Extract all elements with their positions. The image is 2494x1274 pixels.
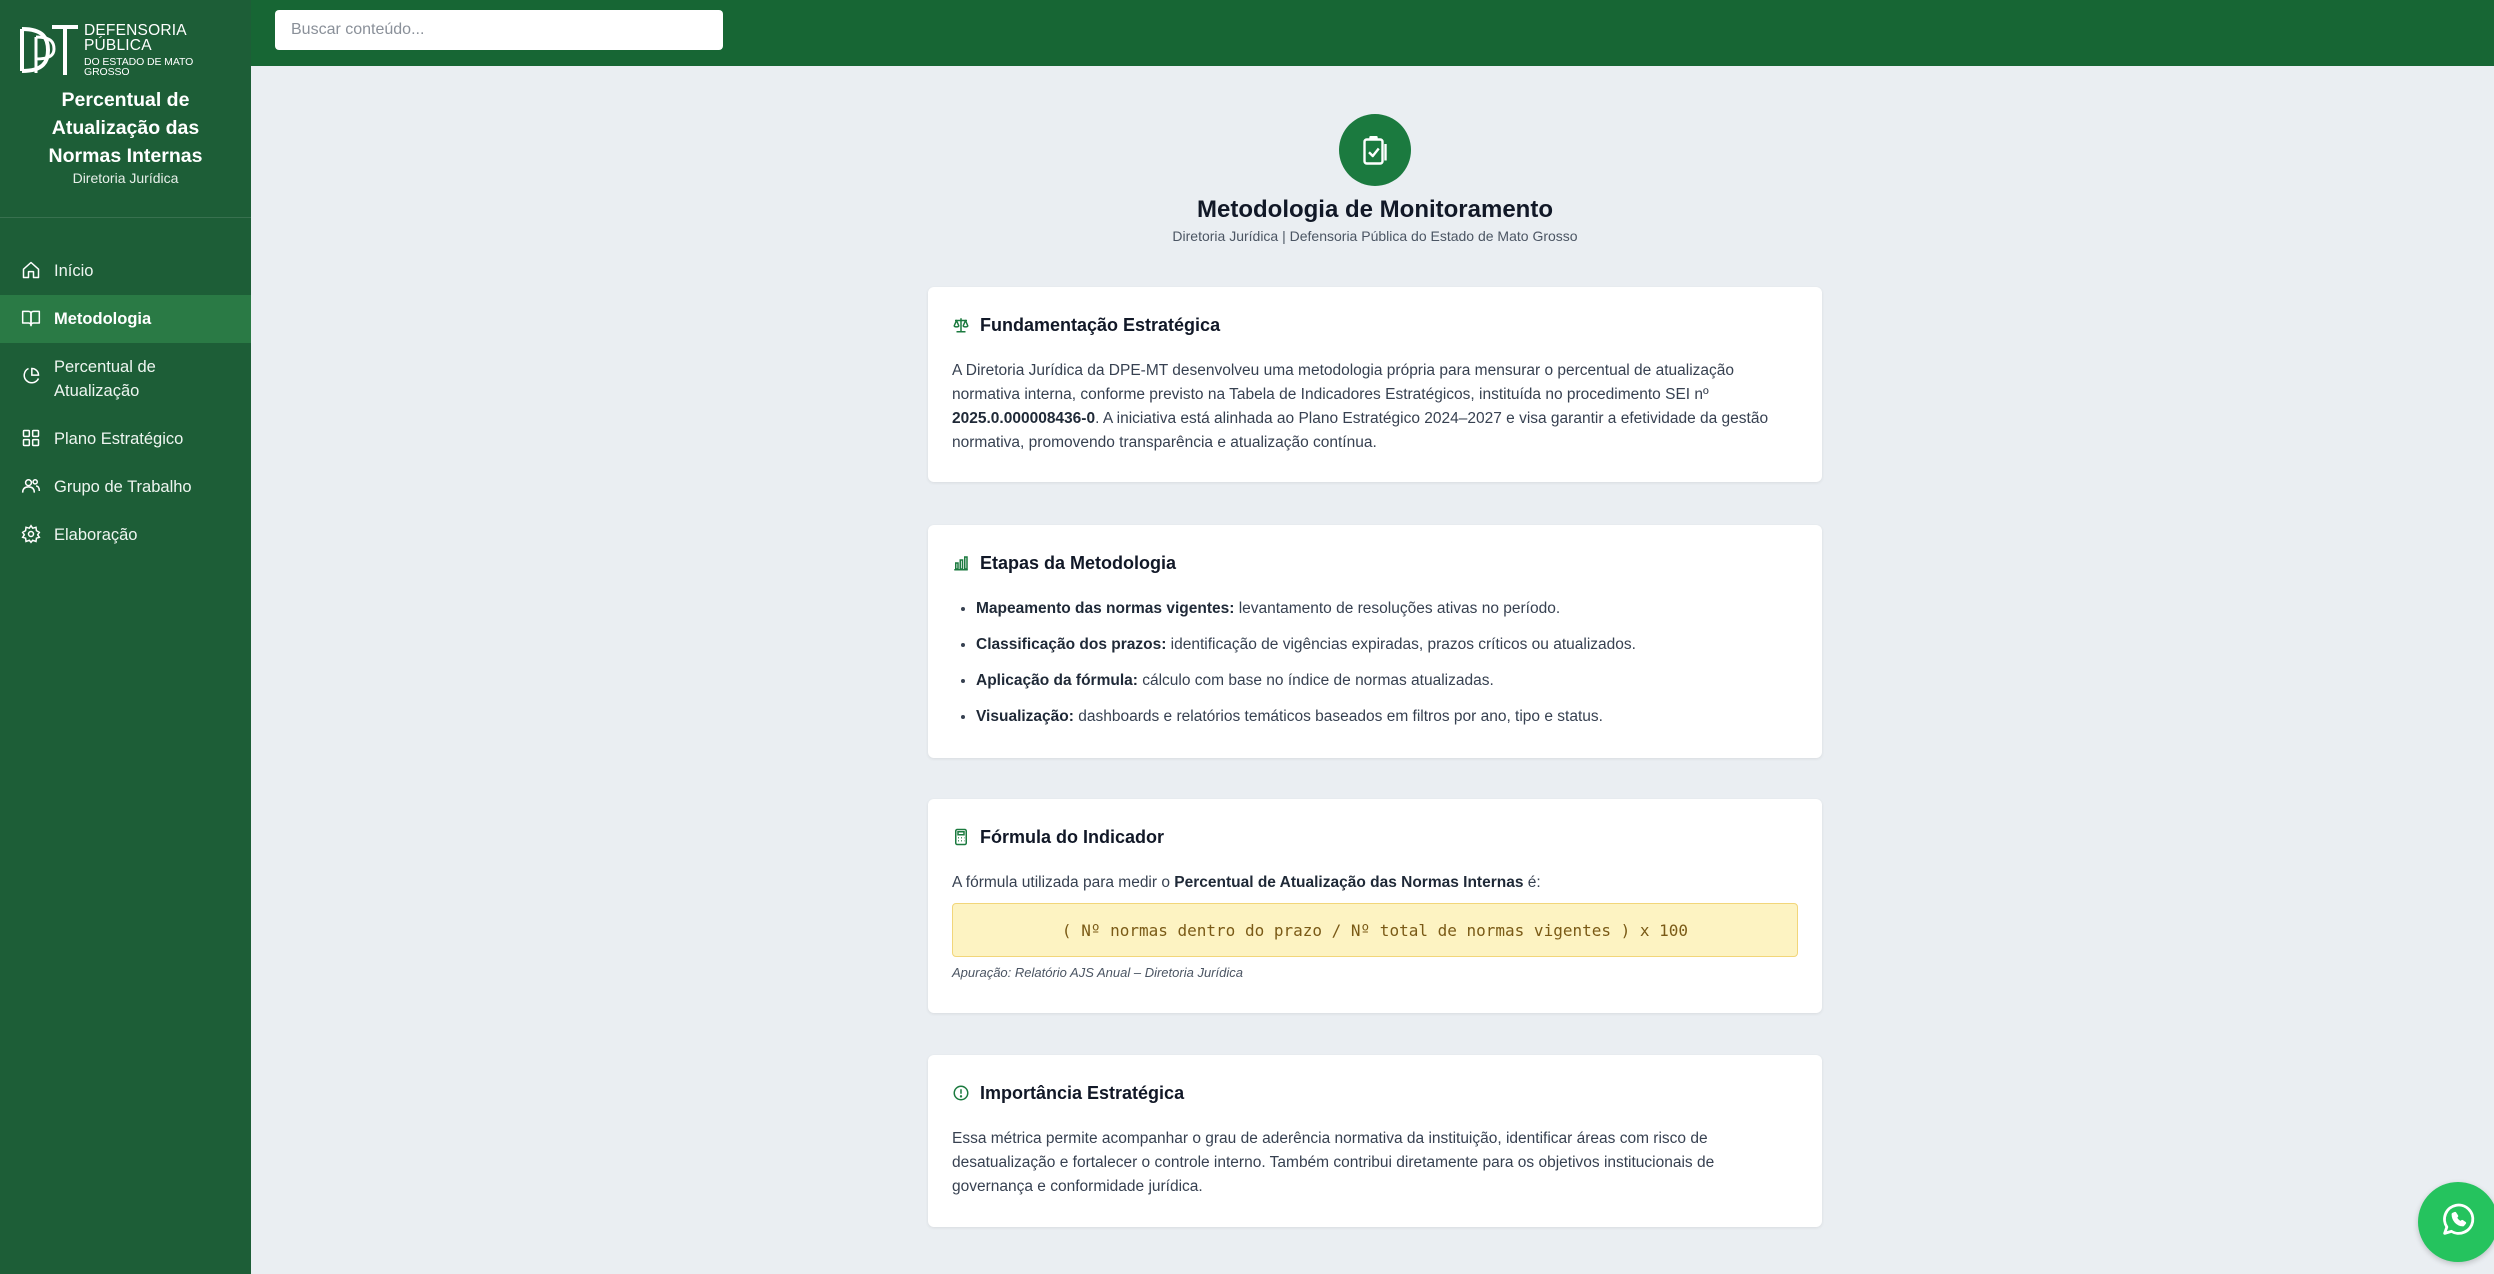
sei-number: 2025.0.000008436-0: [952, 410, 1096, 427]
logo-line-1: DEFENSORIA PÚBLICA: [84, 21, 186, 54]
scale-icon: [952, 316, 970, 334]
steps-list: Mapeamento das normas vigentes: levantam…: [952, 597, 1798, 729]
card-title: Fórmula do Indicador: [980, 826, 1165, 847]
sidebar-item-label: Metodologia: [54, 310, 152, 328]
pie-chart-icon: [20, 365, 42, 387]
sidebar-divider: [0, 217, 251, 218]
card-importancia: Importância Estratégica Essa métrica per…: [928, 1055, 1822, 1227]
sidebar-item-grupo[interactable]: Grupo de Trabalho: [0, 463, 251, 511]
calculator-icon: [952, 828, 970, 846]
sidebar-nav: Início Metodologia Percentual de Atualiz…: [0, 247, 251, 559]
sidebar-subtitle: Diretoria Jurídica: [72, 170, 179, 186]
sidebar-title: Percentual de Atualização das Normas Int…: [48, 89, 203, 167]
sidebar-item-label: Elaboração: [54, 526, 138, 544]
sidebar-item-label: Grupo de Trabalho: [54, 478, 192, 496]
formula-intro: A fórmula utilizada para medir o Percent…: [952, 874, 1541, 891]
dpe-logo-mark-icon: [18, 23, 80, 77]
users-icon: [20, 475, 42, 497]
search-input[interactable]: [275, 10, 723, 50]
logo-line-2: DO ESTADO DE MATO GROSSO: [84, 55, 194, 78]
list-item: Mapeamento das normas vigentes: levantam…: [976, 597, 1798, 621]
sidebar-item-metodologia[interactable]: Metodologia: [0, 295, 251, 343]
card-etapas: Etapas da Metodologia Mapeamento das nor…: [928, 525, 1822, 758]
fundamentacao-text: A Diretoria Jurídica da DPE-MT desenvolv…: [952, 362, 1769, 451]
gear-icon: [20, 523, 42, 545]
whatsapp-icon: [2438, 1200, 2478, 1245]
grid-icon: [20, 427, 42, 449]
top-bar: [251, 0, 2494, 66]
list-item: Classificação dos prazos: identificação …: [976, 633, 1798, 657]
sidebar-item-elaboracao[interactable]: Elaboração: [0, 511, 251, 559]
sidebar-item-plano[interactable]: Plano Estratégico: [0, 415, 251, 463]
formula-expression: ( Nº normas dentro do prazo / Nº total d…: [952, 903, 1798, 957]
sidebar: DEFENSORIA PÚBLICA DO ESTADO DE MATO GRO…: [0, 0, 251, 1274]
card-fundamentacao: Fundamentação Estratégica A Diretoria Ju…: [928, 287, 1822, 482]
whatsapp-button[interactable]: [2418, 1182, 2494, 1262]
bar-chart-icon: [952, 554, 970, 572]
sidebar-item-label: Início: [54, 262, 94, 280]
page-title: Metodologia de Monitoramento: [1197, 196, 1553, 223]
sidebar-item-label: Plano Estratégico: [54, 430, 184, 448]
card-title: Importância Estratégica: [980, 1082, 1185, 1103]
importancia-text: Essa métrica permite acompanhar o grau d…: [952, 1130, 1715, 1195]
sidebar-item-label: Percentual de Atualização: [54, 358, 156, 400]
clipboard-check-icon: [1339, 114, 1411, 186]
card-title: Fundamentação Estratégica: [980, 314, 1221, 335]
book-icon: [20, 307, 42, 329]
card-title: Etapas da Metodologia: [980, 552, 1177, 573]
card-formula: Fórmula do Indicador A fórmula utilizada…: [928, 799, 1822, 1013]
home-icon: [20, 259, 42, 281]
dpe-logo[interactable]: DEFENSORIA PÚBLICA DO ESTADO DE MATO GRO…: [18, 22, 238, 78]
alert-circle-icon: [952, 1084, 970, 1102]
list-item: Visualização: dashboards e relatórios te…: [976, 705, 1798, 729]
sidebar-item-inicio[interactable]: Início: [0, 247, 251, 295]
page-subtitle: Diretoria Jurídica | Defensoria Pública …: [1172, 228, 1578, 244]
list-item: Aplicação da fórmula: cálculo com base n…: [976, 669, 1798, 693]
sidebar-item-percentual[interactable]: Percentual de Atualização: [0, 343, 251, 415]
apuracao-note: Apuração: Relatório AJS Anual – Diretori…: [952, 965, 1243, 980]
